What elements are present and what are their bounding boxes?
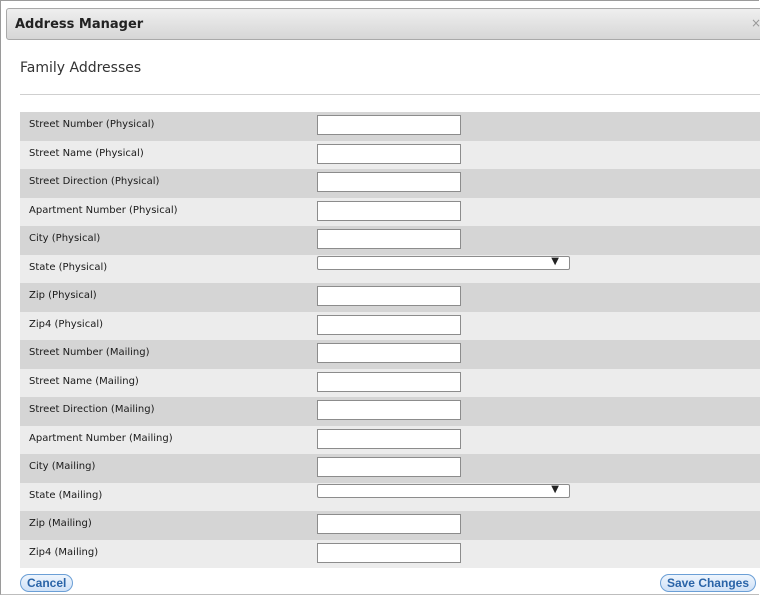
text-input[interactable] <box>317 229 461 249</box>
form-row: Street Direction (Mailing) <box>20 397 760 426</box>
text-input[interactable] <box>317 400 461 420</box>
form-row: Zip (Mailing) <box>20 511 760 540</box>
form-row: Street Direction (Physical) <box>20 169 760 198</box>
dialog-title: Address Manager <box>15 17 144 32</box>
form-row: City (Physical) <box>20 226 760 255</box>
text-input[interactable] <box>317 200 461 221</box>
section-divider <box>20 94 760 95</box>
close-icon[interactable]: × <box>751 16 760 30</box>
field-label: Street Direction (Physical) <box>29 176 160 187</box>
form-row: Zip4 (Physical) <box>20 311 760 340</box>
field-label: Zip (Mailing) <box>29 518 92 529</box>
text-input[interactable] <box>317 371 461 392</box>
field-label: Street Number (Mailing) <box>29 347 150 358</box>
state-select[interactable]: ▼ <box>317 483 570 498</box>
field-label: State (Physical) <box>29 261 108 273</box>
text-input[interactable] <box>317 343 461 363</box>
section-title: Family Addresses <box>20 60 142 76</box>
field-label: Street Number (Physical) <box>29 119 155 130</box>
field-label: City (Physical) <box>29 233 101 244</box>
form-row: State (Physical) ▼ <box>20 254 760 283</box>
text-input[interactable] <box>317 286 461 306</box>
text-input[interactable] <box>317 314 461 335</box>
form-row: State (Mailing) ▼ <box>20 482 760 511</box>
save-changes-button[interactable]: Save Changes <box>659 574 756 592</box>
form-row: Street Number (Mailing) <box>20 340 760 369</box>
dialog-titlebar[interactable]: Address Manager × <box>6 8 760 40</box>
chevron-down-icon[interactable]: ▼ <box>551 484 559 495</box>
field-label: Street Direction (Mailing) <box>29 404 155 415</box>
field-label: Zip (Physical) <box>29 290 97 301</box>
field-label: City (Mailing) <box>29 461 96 472</box>
text-input[interactable] <box>317 172 461 192</box>
field-label: Apartment Number (Physical) <box>29 204 178 216</box>
field-label: Zip4 (Physical) <box>29 318 103 330</box>
text-input[interactable] <box>317 457 461 477</box>
text-input[interactable] <box>317 115 461 135</box>
text-input[interactable] <box>317 143 461 164</box>
form-row: City (Mailing) <box>20 454 760 483</box>
form-row: Zip4 (Mailing) <box>20 539 760 568</box>
text-input[interactable] <box>317 428 461 449</box>
chevron-down-icon[interactable]: ▼ <box>551 256 559 267</box>
field-label: State (Mailing) <box>29 489 103 501</box>
field-label: Street Name (Physical) <box>29 147 144 159</box>
field-label: Apartment Number (Mailing) <box>29 432 173 444</box>
form-row: Apartment Number (Mailing) <box>20 425 760 454</box>
text-input[interactable] <box>317 514 461 534</box>
form-row: Street Name (Mailing) <box>20 368 760 397</box>
form-row: Street Name (Physical) <box>20 140 760 169</box>
form-row: Apartment Number (Physical) <box>20 197 760 226</box>
cancel-button[interactable]: Cancel <box>20 574 74 592</box>
form-row: Zip (Physical) <box>20 283 760 312</box>
address-form: Street Number (Physical) Street Name (Phy… <box>20 112 760 568</box>
form-row: Street Number (Physical) <box>20 112 760 141</box>
field-label: Zip4 (Mailing) <box>29 546 99 558</box>
state-select[interactable]: ▼ <box>317 255 570 270</box>
field-label: Street Name (Mailing) <box>29 375 139 387</box>
text-input[interactable] <box>317 542 461 563</box>
